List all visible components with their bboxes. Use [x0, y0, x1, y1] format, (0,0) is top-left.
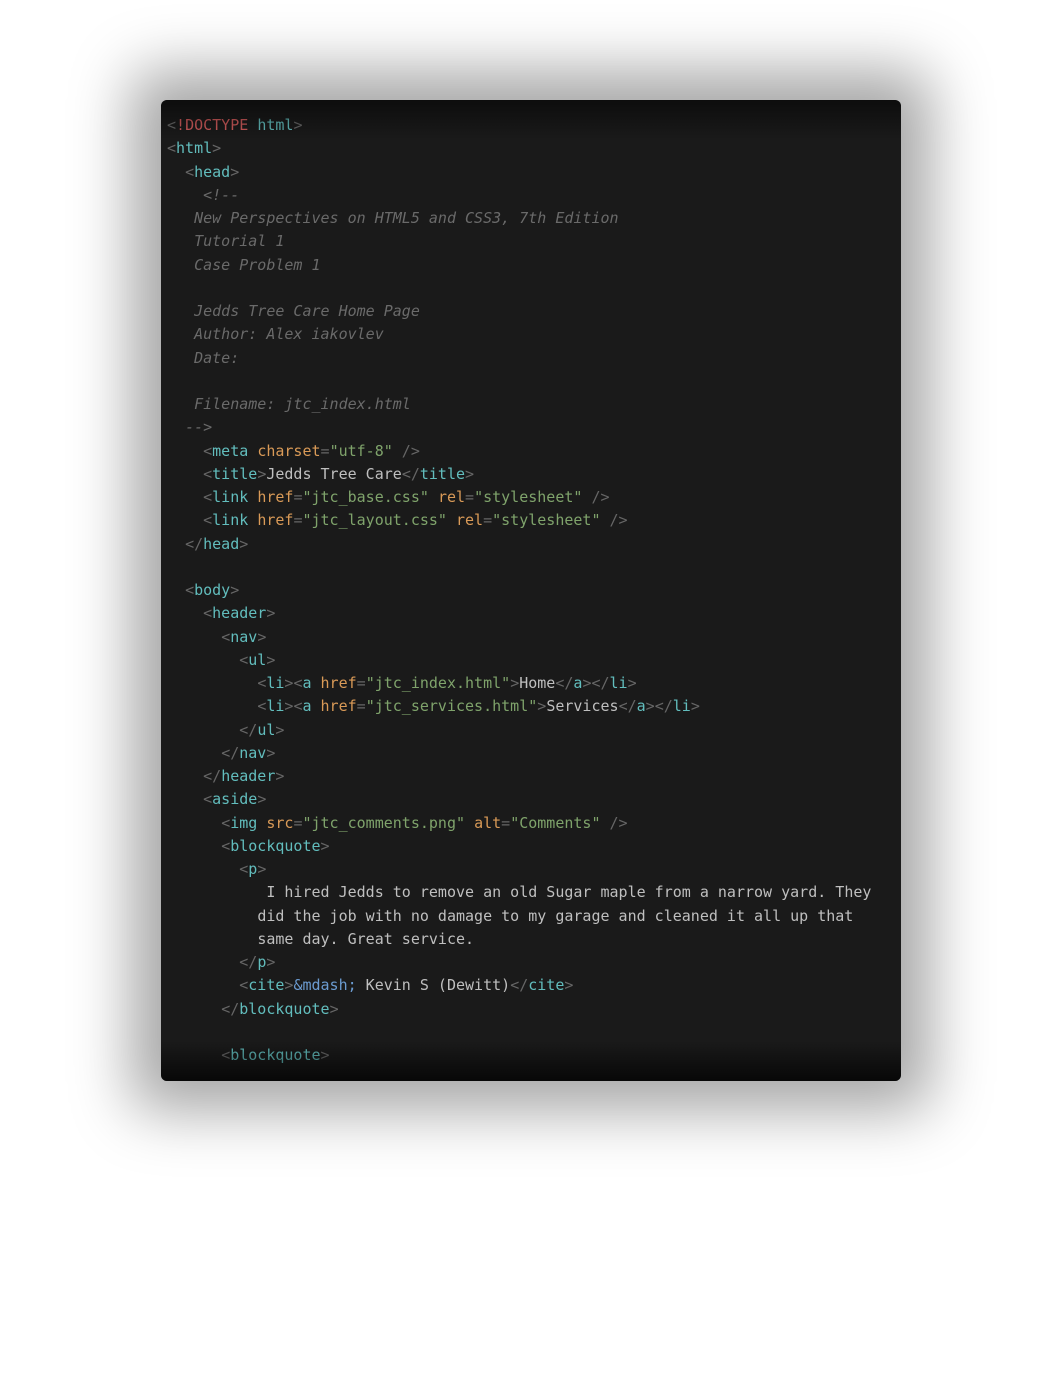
tag-meta: meta: [212, 442, 248, 460]
comment-open: <!--: [203, 186, 239, 204]
tag-aside: aside: [212, 790, 257, 808]
val-stylesheet: "stylesheet": [474, 488, 582, 506]
tag-header: header: [212, 604, 266, 622]
tag-title: title: [212, 465, 257, 483]
val-base-css: "jtc_base.css": [302, 488, 428, 506]
tag-img: img: [230, 814, 257, 832]
val-index-html: "jtc_index.html": [366, 674, 511, 692]
tag-link: link: [212, 488, 248, 506]
attr-charset: charset: [257, 442, 320, 460]
tag-blockquote-close: blockquote: [239, 1000, 329, 1018]
paragraph-text: I hired Jedds to remove an old Sugar map…: [167, 883, 871, 901]
attr-rel: rel: [456, 511, 483, 529]
comment-close: -->: [167, 418, 212, 436]
attr-href: href: [257, 488, 293, 506]
paragraph-text: same day. Great service.: [167, 930, 474, 948]
nav-home-text: Home: [519, 674, 555, 692]
tag-p-close: p: [257, 953, 266, 971]
val-stylesheet: "stylesheet": [492, 511, 600, 529]
tag-a: a: [302, 674, 311, 692]
attr-href: href: [321, 674, 357, 692]
angle-open: <: [167, 116, 176, 134]
tag-link: link: [212, 511, 248, 529]
title-text: Jedds Tree Care: [266, 465, 401, 483]
tag-a: a: [302, 697, 311, 715]
tag-body: body: [194, 581, 230, 599]
tag-html: html: [176, 139, 212, 157]
attr-href: href: [321, 697, 357, 715]
val-layout-css: "jtc_layout.css": [302, 511, 447, 529]
tag-li: li: [266, 674, 284, 692]
tag-p: p: [248, 860, 257, 878]
attr-rel: rel: [438, 488, 465, 506]
comment-line: Author: Alex iakovlev: [167, 325, 384, 343]
tag-cite: cite: [248, 976, 284, 994]
tag-head-close: head: [203, 535, 239, 553]
attr-href: href: [257, 511, 293, 529]
val-alt-comments: "Comments": [510, 814, 600, 832]
tag-blockquote: blockquote: [230, 837, 320, 855]
bang: !: [176, 116, 185, 134]
tag-li: li: [266, 697, 284, 715]
comment-line: Case Problem 1: [167, 256, 321, 274]
doctype-keyword: DOCTYPE: [185, 116, 248, 134]
cite-text: Kevin S (Dewitt): [357, 976, 511, 994]
doctype-html: html: [257, 116, 293, 134]
tag-head: head: [194, 163, 230, 181]
source-code: <!DOCTYPE html> <html> <head> <!-- New P…: [161, 114, 901, 1067]
val-utf8: "utf-8": [330, 442, 393, 460]
nav-services-text: Services: [546, 697, 618, 715]
tag-ul-close: ul: [257, 721, 275, 739]
comment-line: Jedds Tree Care Home Page: [167, 302, 420, 320]
tag-nav-close: nav: [239, 744, 266, 762]
code-block: <!DOCTYPE html> <html> <head> <!-- New P…: [161, 100, 901, 1081]
entity-mdash: &mdash;: [293, 976, 356, 994]
tag-nav: nav: [230, 628, 257, 646]
attr-src: src: [266, 814, 293, 832]
attr-alt: alt: [474, 814, 501, 832]
paragraph-text: did the job with no damage to my garage …: [167, 907, 853, 925]
val-comments-png: "jtc_comments.png": [302, 814, 465, 832]
comment-line: Date:: [167, 349, 239, 367]
val-services-html: "jtc_services.html": [366, 697, 538, 715]
comment-line: Filename: jtc_index.html: [167, 395, 411, 413]
tag-blockquote: blockquote: [230, 1046, 320, 1064]
tag-ul: ul: [248, 651, 266, 669]
comment-line: New Perspectives on HTML5 and CSS3, 7th …: [167, 209, 619, 227]
tag-header-close: header: [221, 767, 275, 785]
comment-line: Tutorial 1: [167, 232, 284, 250]
